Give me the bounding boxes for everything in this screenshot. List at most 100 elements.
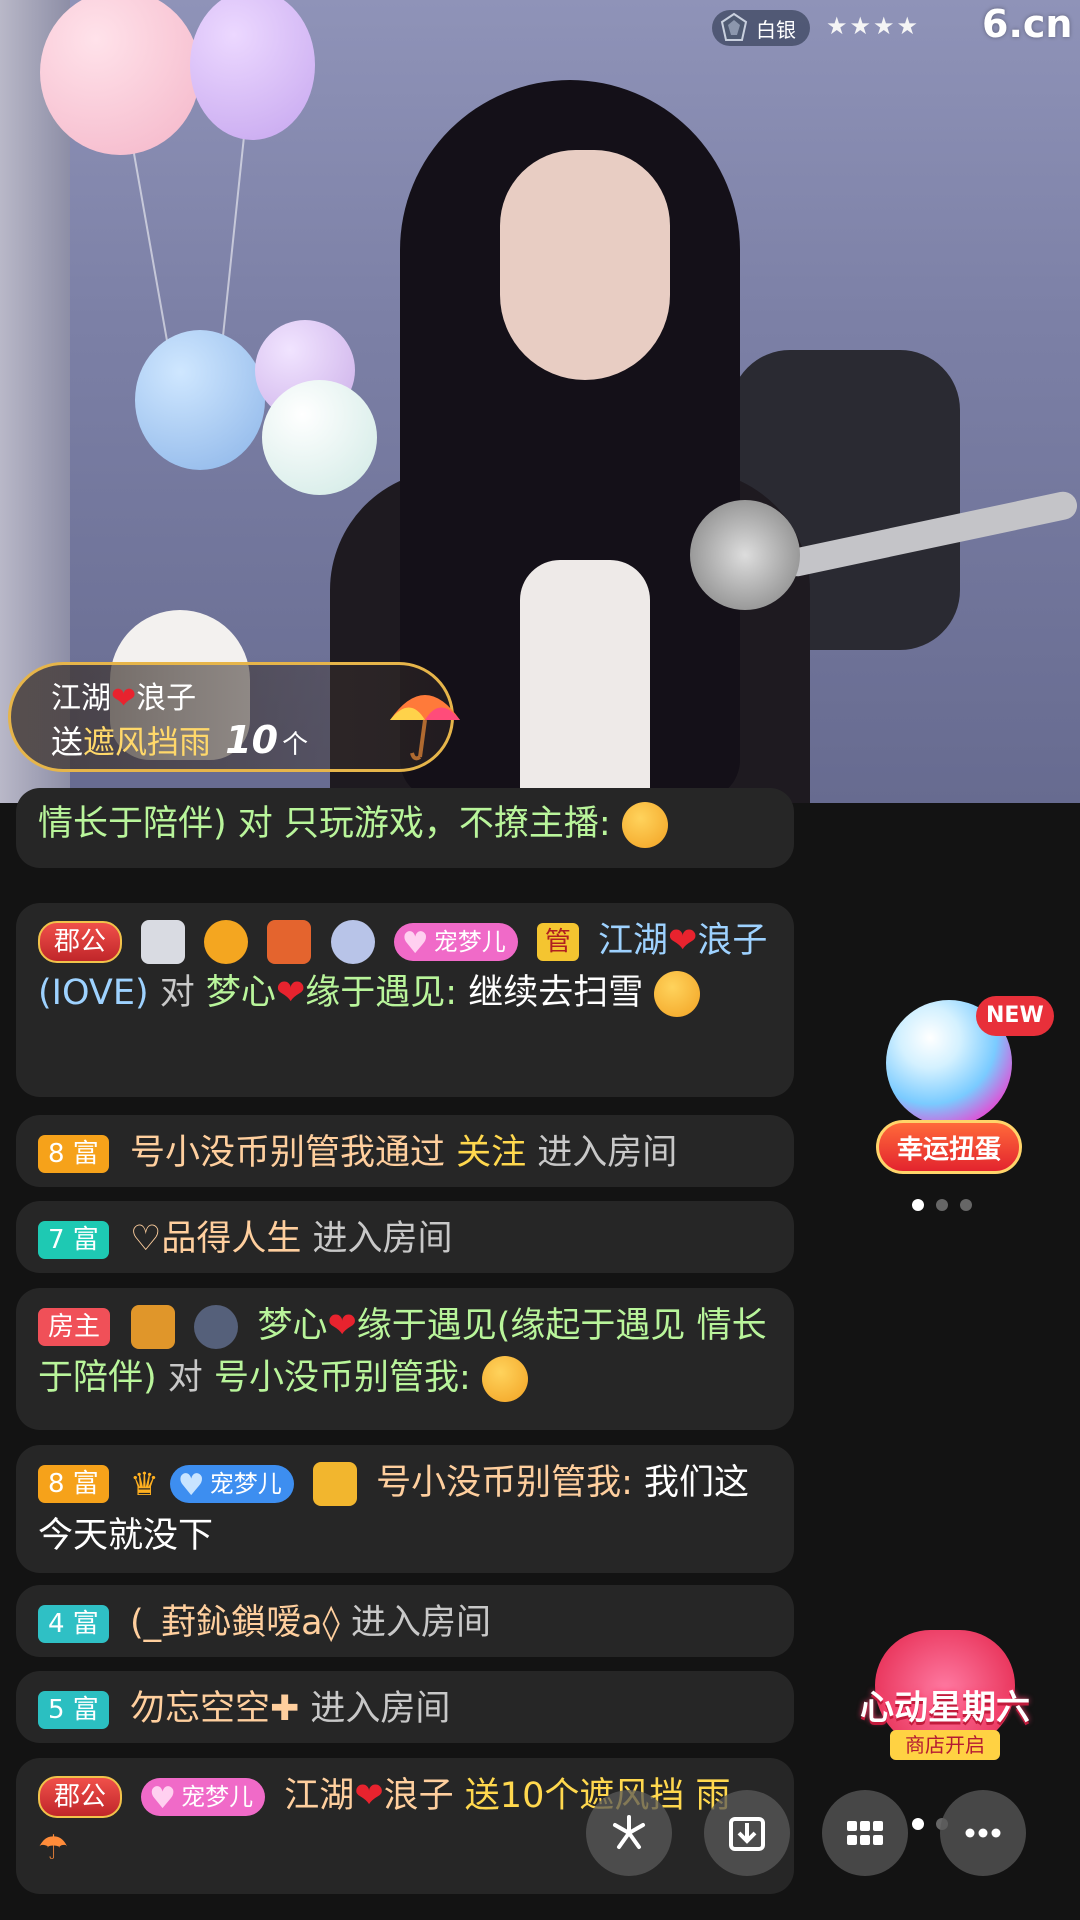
fan-heart-icon: ♥: [149, 1781, 177, 1816]
download-button[interactable]: [704, 1790, 790, 1876]
treasure-chest-icon: [267, 920, 312, 964]
message-text: 我: [644, 1463, 680, 1503]
carousel-dot: [912, 1199, 924, 1211]
fan-club-name: 宠梦儿: [209, 1470, 282, 1498]
share-icon: [613, 1815, 645, 1849]
pink-balloon: [40, 0, 200, 155]
noble-badge: 郡公: [38, 1776, 123, 1818]
microphone: [690, 500, 800, 610]
capsule-label: 幸运扭蛋: [876, 1120, 1022, 1174]
gift-unit: 个: [282, 730, 309, 760]
chat-message[interactable]: 4 富 (_葑鈊鎖嗳a◊ 进入房间: [16, 1585, 794, 1657]
to-label: 对: [159, 973, 195, 1013]
gift-sender-left: 江湖: [51, 681, 111, 716]
username[interactable]: 江湖❤浪子: [284, 1776, 453, 1816]
enter-room-text: 进入房间: [310, 1689, 451, 1729]
username[interactable]: 勿忘空空✚: [130, 1689, 299, 1729]
streamer-face: [500, 150, 670, 380]
share-button[interactable]: [586, 1790, 672, 1876]
white-balloon: [262, 380, 377, 495]
chat-message[interactable]: 房主 梦心❤缘于遇见(缘起于遇见 情长于陪伴) 对 号小没币别管我:: [16, 1288, 794, 1430]
lucky-capsule-widget[interactable]: NEW 幸运扭蛋: [876, 996, 1054, 1180]
username-part: 梦心: [257, 1306, 328, 1346]
fan-club-badge: ♥ 宠梦儿: [393, 923, 518, 961]
chat-message[interactable]: 8 富 号小没币别管我通过 关注 进入房间: [16, 1115, 794, 1187]
download-icon: [729, 1817, 765, 1851]
enter-room-text: 进入房间: [312, 1219, 453, 1259]
heart-icon: ❤: [327, 1306, 357, 1346]
star-level-icon: [204, 920, 249, 964]
gift-send-label: 送: [51, 723, 84, 761]
wealth-level-badge: 8 富: [38, 1465, 109, 1503]
gift-name: 遮风挡雨: [83, 723, 212, 761]
chat-message[interactable]: 5 富 勿忘空空✚ 进入房间: [16, 1671, 794, 1743]
host-badge: 房主: [38, 1308, 111, 1346]
follow-action: 关注: [456, 1133, 527, 1173]
fan-club-name: 宠梦儿: [433, 928, 506, 956]
heart-icon: ❤: [275, 973, 306, 1013]
chat-message[interactable]: 郡公 ♥ 宠梦儿 江湖❤浪子 送10个遮风挡 雨 ☂: [16, 1758, 794, 1894]
target-username[interactable]: 号小没币别管我:: [214, 1358, 471, 1398]
crown-icon: ♛: [129, 1465, 159, 1503]
streamer-shirt: [520, 560, 650, 803]
admin-badge: 管: [536, 923, 579, 961]
user-card-icon: [312, 1462, 357, 1506]
pray-emoji-icon: [481, 1356, 528, 1402]
fan-heart-icon: ♥: [177, 1468, 205, 1503]
wealth-level-badge: 5 富: [38, 1691, 109, 1729]
chat-message[interactable]: 8 富 ♛ ♥ 宠梦儿 号小没币别管我: 我们这今天就没下: [16, 1445, 794, 1573]
carousel-dot: [912, 1818, 924, 1830]
gold-bar-icon: [131, 1305, 176, 1349]
guard-badge-icon: [141, 920, 186, 964]
target-part: 缘于遇见:: [305, 973, 458, 1013]
heart-medal-icon: [330, 920, 375, 964]
username[interactable]: 号小没币别管我:: [376, 1463, 633, 1503]
carousel-dots: [906, 1196, 978, 1215]
heartbeat-saturday-widget[interactable]: 心动星期六 商店开启: [840, 1630, 1050, 1780]
pray-emoji-icon: [621, 802, 668, 848]
carousel-dot: [960, 1199, 972, 1211]
noble-badge: 郡公: [38, 921, 123, 963]
fan-club-badge: ♥ 宠梦儿: [169, 1465, 294, 1503]
fan-club-badge: ♥ 宠梦儿: [141, 1778, 266, 1816]
star-rating: ★★★★: [826, 12, 921, 40]
username-part: 缘于遇见(缘起于遇见: [356, 1306, 686, 1346]
new-badge: NEW: [976, 996, 1054, 1036]
username[interactable]: (_葑鈊鎖嗳a◊: [130, 1603, 340, 1643]
umbrella-gift-icon: [390, 695, 460, 761]
gift-detail: 送遮风挡雨 10 个: [51, 717, 308, 763]
chat-message[interactable]: 7 富 ♡品得人生 进入房间: [16, 1201, 794, 1273]
username-part: 江湖: [598, 921, 669, 961]
gift-count: 10: [225, 718, 279, 762]
heart-eyes-emoji-icon: [654, 971, 701, 1017]
rank-emblem-icon: [720, 12, 748, 41]
username[interactable]: 梦心❤缘于遇见(缘起于遇见: [257, 1306, 685, 1346]
chat-message[interactable]: 情长于陪伴) 对 只玩游戏，不撩主播:: [16, 788, 794, 868]
live-video[interactable]: 白银 ★★★★ 6.cn 江湖❤浪子 送遮风挡雨 10 个: [0, 0, 1080, 803]
username[interactable]: 号小没币别管我通过: [130, 1133, 445, 1173]
purple-balloon: [190, 0, 315, 140]
rank-emblem-icon: [194, 1305, 239, 1349]
more-button[interactable]: [940, 1790, 1026, 1876]
target-username[interactable]: 梦心❤缘于遇见:: [206, 973, 457, 1013]
site-logo: 6.cn: [982, 2, 1073, 46]
more-icon: [965, 1828, 1001, 1838]
heart-icon: ❤: [668, 921, 698, 961]
username-part: 浪子: [383, 1776, 454, 1816]
gift-sender-right: 浪子: [136, 681, 197, 716]
saturday-subtitle: 商店开启: [890, 1730, 1000, 1760]
rank-badge[interactable]: 白银: [712, 10, 810, 46]
saturday-title: 心动星期六: [860, 1688, 1030, 1728]
to-label: 对: [167, 1358, 203, 1398]
menu-grid-button[interactable]: [822, 1790, 908, 1876]
gift-sender: 江湖❤浪子: [51, 673, 196, 717]
username[interactable]: ♡品得人生: [130, 1219, 301, 1259]
carousel-dot: [936, 1199, 948, 1211]
grid-icon: [847, 1821, 883, 1845]
chat-message[interactable]: 郡公 ♥ 宠梦儿 管 江湖❤浪子(IOVE) 对 梦心❤缘于遇见: 继续去扫雪: [16, 903, 794, 1097]
heart-icon: ❤: [354, 1776, 384, 1816]
message-text: 继续去扫雪: [468, 973, 644, 1013]
wealth-level-badge: 7 富: [38, 1221, 109, 1259]
enter-room-text: 进入房间: [537, 1133, 678, 1173]
username-part: 江湖: [284, 1776, 355, 1816]
